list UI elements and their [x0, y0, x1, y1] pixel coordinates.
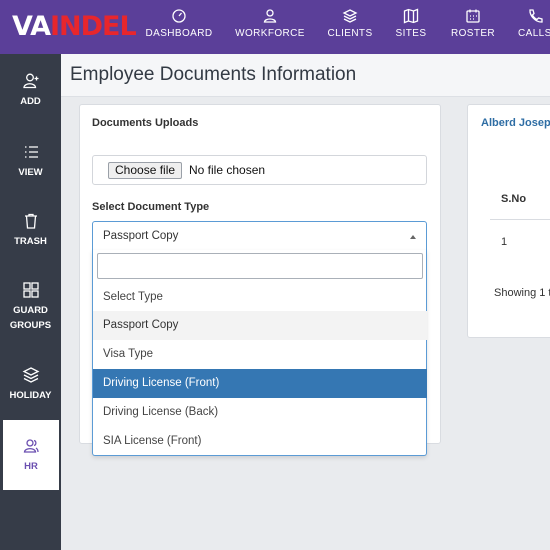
map-icon — [403, 8, 419, 24]
column-header-sno: S.No — [501, 193, 527, 205]
sidebar-item-label: HOLIDAY — [9, 390, 52, 401]
nav-label: WORKFORCE — [235, 28, 305, 39]
add-user-icon — [22, 73, 38, 89]
dropdown-option-highlighted[interactable]: Driving License (Front) — [93, 369, 427, 398]
selected-value: Passport Copy — [103, 230, 179, 242]
sidebar-item-add[interactable]: ADD — [0, 72, 61, 109]
document-type-label: Select Document Type — [92, 201, 210, 213]
dropdown-search-input[interactable] — [97, 253, 423, 279]
layers-icon — [342, 9, 358, 23]
document-type-select[interactable]: Passport Copy — [92, 221, 427, 251]
dropdown-option[interactable]: Select Type — [93, 283, 427, 312]
sidebar-item-label: TRASH — [14, 236, 47, 247]
phone-icon — [529, 9, 543, 23]
nav-label: ROSTER — [450, 28, 496, 39]
sidebar-item-holiday[interactable]: HOLIDAY — [0, 366, 61, 403]
logo-suffix: INDEL — [49, 11, 137, 42]
employee-list-card — [467, 104, 550, 338]
gauge-icon — [172, 9, 186, 23]
nav-workforce[interactable]: WORKFORCE — [235, 0, 305, 54]
sidebar-item-hr[interactable]: HR — [3, 420, 59, 490]
sidebar-item-label: GUARD GROUPS — [9, 305, 52, 331]
caret-up-icon — [410, 235, 416, 239]
brand-logo[interactable]: VAINDEL — [12, 11, 137, 42]
page-title: Employee Documents Information — [70, 64, 357, 85]
employee-name-link[interactable]: Alberd Josep — [481, 117, 550, 129]
nav-label: SITES — [395, 28, 427, 39]
nav-label: CALLS — [518, 28, 550, 39]
nav-roster[interactable]: ROSTER — [451, 0, 495, 54]
grid-icon — [22, 282, 39, 298]
nav-label: CLIENTS — [327, 28, 373, 39]
top-navbar: VAINDEL DASHBOARD WORKFORCE CLIENTS SITE… — [0, 0, 550, 54]
file-upload-field[interactable]: Choose file No file chosen — [92, 155, 427, 185]
nav-sites[interactable]: SITES — [396, 0, 426, 54]
sidebar-item-view[interactable]: VIEW — [0, 143, 61, 180]
dropdown-option[interactable]: Driving License (Back) — [93, 398, 427, 427]
users-icon — [23, 438, 39, 453]
table-info-text: Showing 1 t — [494, 287, 550, 299]
table-cell-sno: 1 — [501, 236, 508, 248]
dropdown-option[interactable]: Visa Type — [93, 340, 427, 369]
nav-clients[interactable]: CLIENTS — [327, 0, 373, 54]
layers-icon — [22, 367, 39, 383]
logo-prefix: VA — [12, 11, 51, 42]
document-type-dropdown: Select Type Passport Copy Visa Type Driv… — [92, 250, 427, 456]
sidebar-item-trash[interactable]: TRASH — [0, 212, 61, 249]
choose-file-button[interactable]: Choose file — [108, 162, 183, 179]
sidebar-item-label: ADD — [20, 96, 41, 107]
nav-calls[interactable]: CALLS — [518, 0, 550, 54]
dropdown-option[interactable]: Passport Copy — [93, 311, 427, 340]
list-icon — [24, 146, 38, 158]
nav-dashboard[interactable]: DASHBOARD — [145, 0, 213, 54]
nav-label: DASHBOARD — [145, 28, 213, 39]
page-header: Employee Documents Information — [61, 54, 550, 97]
trash-icon — [24, 213, 37, 229]
documents-heading: Documents Uploads — [92, 117, 199, 129]
sidebar-item-label: VIEW — [18, 167, 43, 178]
file-status-text: No file chosen — [189, 163, 266, 177]
user-icon — [263, 9, 277, 23]
dropdown-option[interactable]: SIA License (Front) — [93, 427, 427, 456]
calendar-icon — [466, 9, 480, 23]
sidebar-item-guard-groups[interactable]: GUARD GROUPS — [0, 281, 61, 333]
sidebar-item-label: HR — [24, 460, 38, 472]
table-divider — [490, 219, 550, 220]
